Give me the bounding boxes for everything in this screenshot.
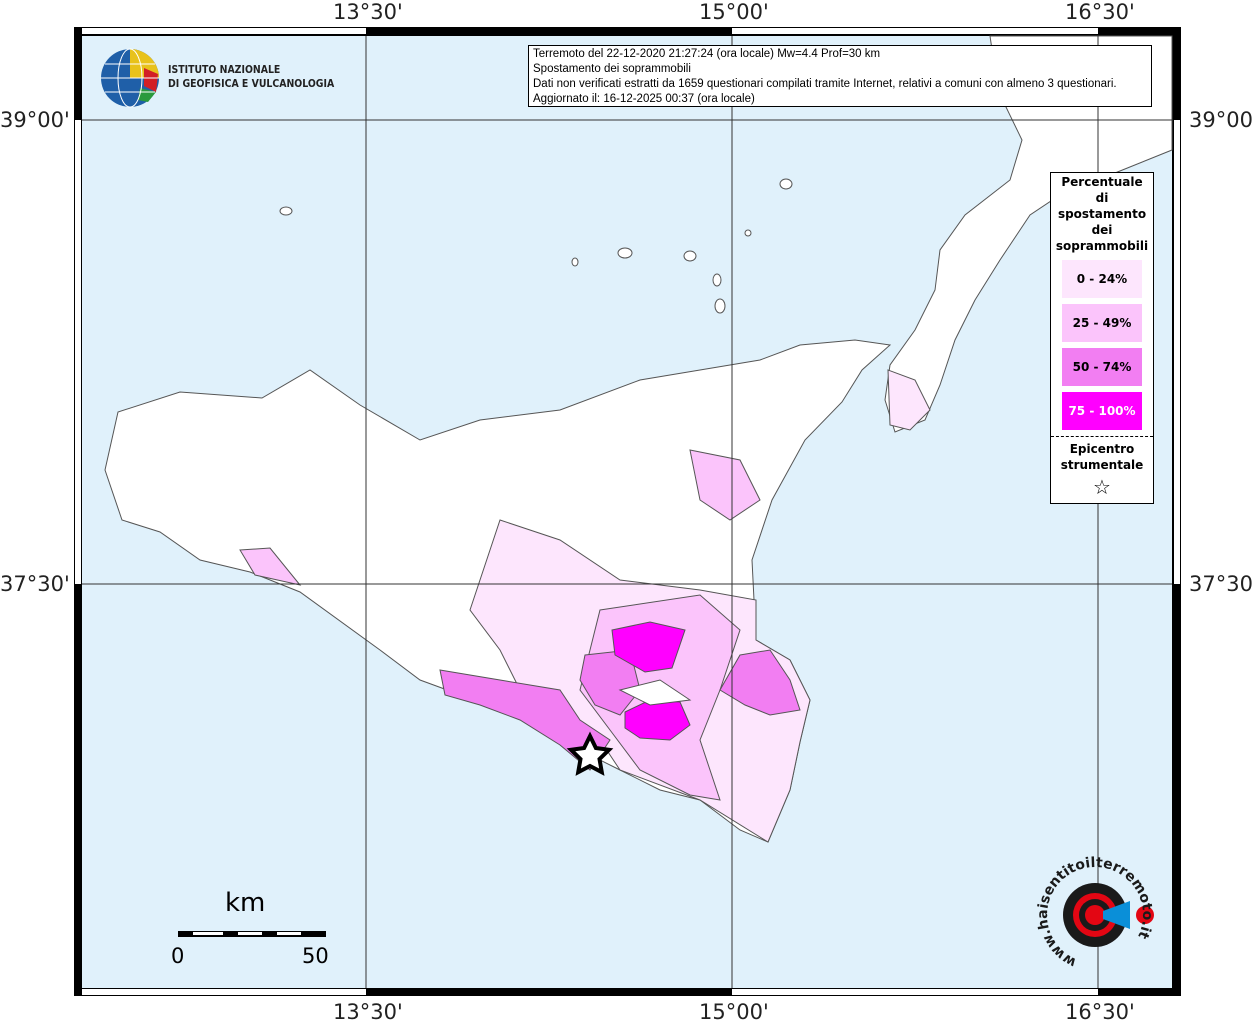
lat-label-right: 37°30'	[1189, 572, 1254, 596]
event-info-box: Terremoto del 22-12-2020 21:27:24 (ora l…	[528, 45, 1152, 107]
legend-epicenter-label: Epicentro	[1069, 442, 1135, 456]
event-title: Terremoto del 22-12-2020 21:27:24 (ora l…	[533, 48, 881, 60]
lat-label-left: 39°00'	[0, 108, 70, 132]
legend-title-line: Percentuale	[1061, 175, 1143, 189]
ingv-globe-icon	[101, 48, 159, 108]
legend-title-line: dei	[1091, 223, 1113, 237]
legend-swatch-50-74: 50 - 74%	[1062, 348, 1142, 386]
lat-label-left: 37°30'	[0, 572, 70, 596]
lon-label-top: 15°00'	[699, 0, 769, 24]
map[interactable]: www.haisentitoilterremoto.it	[0, 0, 1254, 1024]
legend-title: Percentuale di spostamento dei soprammob…	[1051, 174, 1153, 254]
update-time: Aggiornato il: 16-12-2025 00:37 (ora loc…	[533, 93, 755, 105]
lon-label-bottom: 16°30'	[1065, 1000, 1135, 1024]
logo-line: DI GEOFISICA E VULCANOLOGIA	[168, 77, 335, 90]
map-subject: Spostamento dei soprammobili	[533, 63, 691, 75]
lon-label-top: 13°30'	[333, 0, 403, 24]
ingv-logo-text: ISTITUTO NAZIONALE DI GEOFISICA E VULCAN…	[168, 63, 334, 91]
legend-swatch-0-24: 0 - 24%	[1062, 260, 1142, 298]
legend: Percentuale di spostamento dei soprammob…	[1050, 172, 1154, 504]
legend-title-line: spostamento	[1057, 207, 1147, 221]
legend-epicenter-label: strumentale	[1060, 458, 1144, 472]
logo-line: ISTITUTO NAZIONALE	[168, 63, 281, 76]
scale-min: 0	[171, 944, 185, 968]
scale-max: 50	[302, 944, 329, 968]
lat-label-right: 39°00'	[1189, 108, 1254, 132]
legend-title-line: soprammobili	[1055, 239, 1149, 253]
legend-epicenter: Epicentro strumentale ☆	[1051, 436, 1153, 499]
star-icon: ☆	[1093, 475, 1111, 499]
data-note: Dati non verificati estratti da 1659 que…	[533, 78, 1117, 90]
legend-title-line: di	[1095, 191, 1109, 205]
scale-unit: km	[225, 888, 266, 918]
lon-label-bottom: 13°30'	[333, 1000, 403, 1024]
legend-swatch-25-49: 25 - 49%	[1062, 304, 1142, 342]
scale-bar	[178, 931, 326, 937]
lon-label-bottom: 15°00'	[699, 1000, 769, 1024]
legend-swatch-75-100: 75 - 100%	[1062, 392, 1142, 430]
lon-label-top: 16°30'	[1065, 0, 1135, 24]
